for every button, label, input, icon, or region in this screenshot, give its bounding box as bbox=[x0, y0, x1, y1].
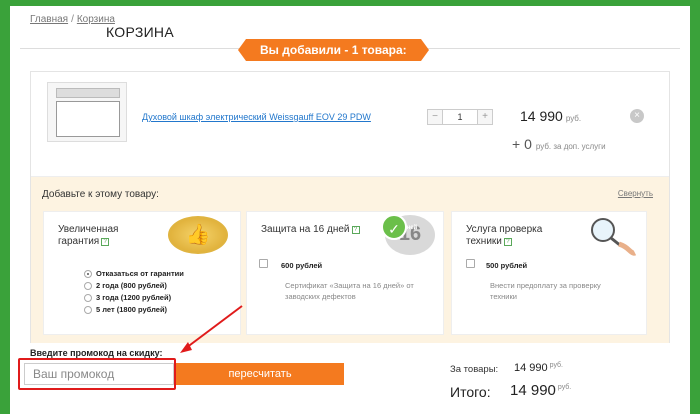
extra-plus: + bbox=[512, 136, 521, 152]
oven-door bbox=[56, 101, 120, 137]
goods-total: 14 990 руб. bbox=[514, 362, 563, 374]
remove-item-button[interactable]: × bbox=[630, 109, 644, 123]
protection-desc-line1: Сертификат «Защита на 16 дней» от bbox=[285, 281, 414, 290]
warranty-title-line2: гарантия bbox=[58, 236, 100, 247]
page-title: КОРЗИНА bbox=[106, 24, 174, 40]
qty-plus-button[interactable]: + bbox=[478, 110, 492, 124]
inspection-title-line1: Услуга проверка bbox=[466, 224, 543, 235]
extra-label: руб. за доп. услуги bbox=[535, 142, 606, 151]
grand-total-value: 14 990 bbox=[510, 382, 556, 399]
breadcrumb-home-link[interactable]: Главная bbox=[30, 14, 68, 25]
warranty-option-label: 3 года (1200 рублей) bbox=[96, 293, 172, 302]
inspection-checkbox[interactable] bbox=[466, 259, 475, 268]
qty-minus-button[interactable]: − bbox=[428, 110, 442, 124]
protection-card: Защита на 16 дней? 16 дней ✓ 600 рублей С… bbox=[246, 211, 444, 335]
grand-total: 14 990 руб. bbox=[510, 382, 571, 399]
warranty-option-label: 2 года (800 рублей) bbox=[96, 281, 167, 290]
protection-title-text: Защита на 16 дней bbox=[261, 224, 350, 235]
total-label: Итого: bbox=[450, 384, 491, 400]
radio-icon[interactable] bbox=[84, 281, 92, 290]
breadcrumb: Главная / Корзина bbox=[30, 14, 115, 25]
warranty-option[interactable]: 3 года (1200 рублей) bbox=[84, 292, 184, 303]
warranty-option-label: 5 лет (1800 рублей) bbox=[96, 305, 168, 314]
warranty-options: Отказаться от гарантии 2 года (800 рубле… bbox=[84, 268, 184, 316]
goods-total-value: 14 990 bbox=[514, 362, 548, 374]
protection-title: Защита на 16 дней? bbox=[261, 224, 360, 236]
qty-input[interactable]: 1 bbox=[442, 110, 478, 124]
warranty-card: Увеличенная гарантия? 👍 Отказаться от га… bbox=[43, 211, 241, 335]
breadcrumb-separator: / bbox=[71, 14, 74, 25]
protection-price: 600 рублей bbox=[281, 261, 323, 270]
extra-services-total: + 0 руб. за доп. услуги bbox=[512, 136, 606, 152]
item-price: 14 990 руб. bbox=[520, 108, 581, 124]
cart-item-box: Духовой шкаф электрический Weissgauff EO… bbox=[30, 71, 670, 343]
warranty-option-label: Отказаться от гарантии bbox=[96, 269, 184, 278]
addons-panel: Добавьте к этому товару: Свернуть Увелич… bbox=[31, 176, 669, 343]
goods-label: За товары: bbox=[450, 364, 499, 375]
radio-checked-icon[interactable] bbox=[84, 269, 92, 278]
recalculate-button[interactable]: пересчитать bbox=[176, 363, 344, 385]
help-icon[interactable]: ? bbox=[503, 238, 512, 246]
protection-checkbox[interactable] bbox=[259, 259, 268, 268]
product-image[interactable] bbox=[47, 82, 127, 142]
warranty-option[interactable]: 5 лет (1800 рублей) bbox=[84, 304, 184, 315]
inspection-title-line2: техники bbox=[466, 236, 502, 247]
help-icon[interactable]: ? bbox=[101, 238, 110, 246]
warranty-title: Увеличенная гарантия? bbox=[58, 224, 118, 248]
inspection-desc-line1: Внести предоплату за проверку bbox=[490, 281, 601, 290]
item-price-value: 14 990 bbox=[520, 108, 563, 124]
protection-desc: Сертификат «Защита на 16 дней» от заводс… bbox=[285, 280, 414, 302]
quantity-stepper: − 1 + bbox=[427, 109, 493, 125]
cart-page: Главная / Корзина КОРЗИНА Вы добавили - 1 … bbox=[10, 6, 690, 414]
inspection-price: 500 рублей bbox=[486, 261, 528, 270]
warranty-option[interactable]: 2 года (800 рублей) bbox=[84, 280, 184, 291]
warranty-option[interactable]: Отказаться от гарантии bbox=[84, 268, 184, 279]
promo-label: Введите промокод на скидку: bbox=[30, 348, 163, 358]
radio-icon[interactable] bbox=[84, 305, 92, 314]
added-items-banner: Вы добавили - 1 товара: bbox=[238, 39, 429, 61]
inspection-desc-line2: техники bbox=[490, 292, 517, 301]
help-icon[interactable]: ? bbox=[351, 226, 360, 234]
checkmark-icon: ✓ bbox=[381, 214, 407, 240]
addons-title: Добавьте к этому товару: bbox=[42, 189, 159, 200]
collapse-link[interactable]: Свернуть bbox=[618, 189, 653, 198]
product-name-link[interactable]: Духовой шкаф электрический Weissgauff EO… bbox=[142, 112, 371, 122]
inspection-title: Услуга проверка техники? bbox=[466, 224, 542, 248]
goods-total-currency: руб. bbox=[549, 362, 564, 369]
promo-code-input[interactable] bbox=[24, 363, 174, 385]
protection-desc-line2: заводских дефектов bbox=[285, 292, 356, 301]
warranty-title-line1: Увеличенная bbox=[58, 224, 119, 235]
item-price-currency: руб. bbox=[565, 114, 582, 123]
magnifier-icon bbox=[591, 218, 637, 256]
inspection-card: Услуга проверка техники? 500 рублей Внес… bbox=[451, 211, 647, 335]
grand-total-currency: руб. bbox=[557, 384, 572, 391]
inspection-desc: Внести предоплату за проверку техники bbox=[490, 280, 601, 302]
oven-panel bbox=[56, 88, 120, 98]
radio-icon[interactable] bbox=[84, 293, 92, 302]
thumbs-up-seal-icon: 👍 bbox=[168, 216, 228, 254]
extra-value: 0 bbox=[524, 136, 532, 152]
